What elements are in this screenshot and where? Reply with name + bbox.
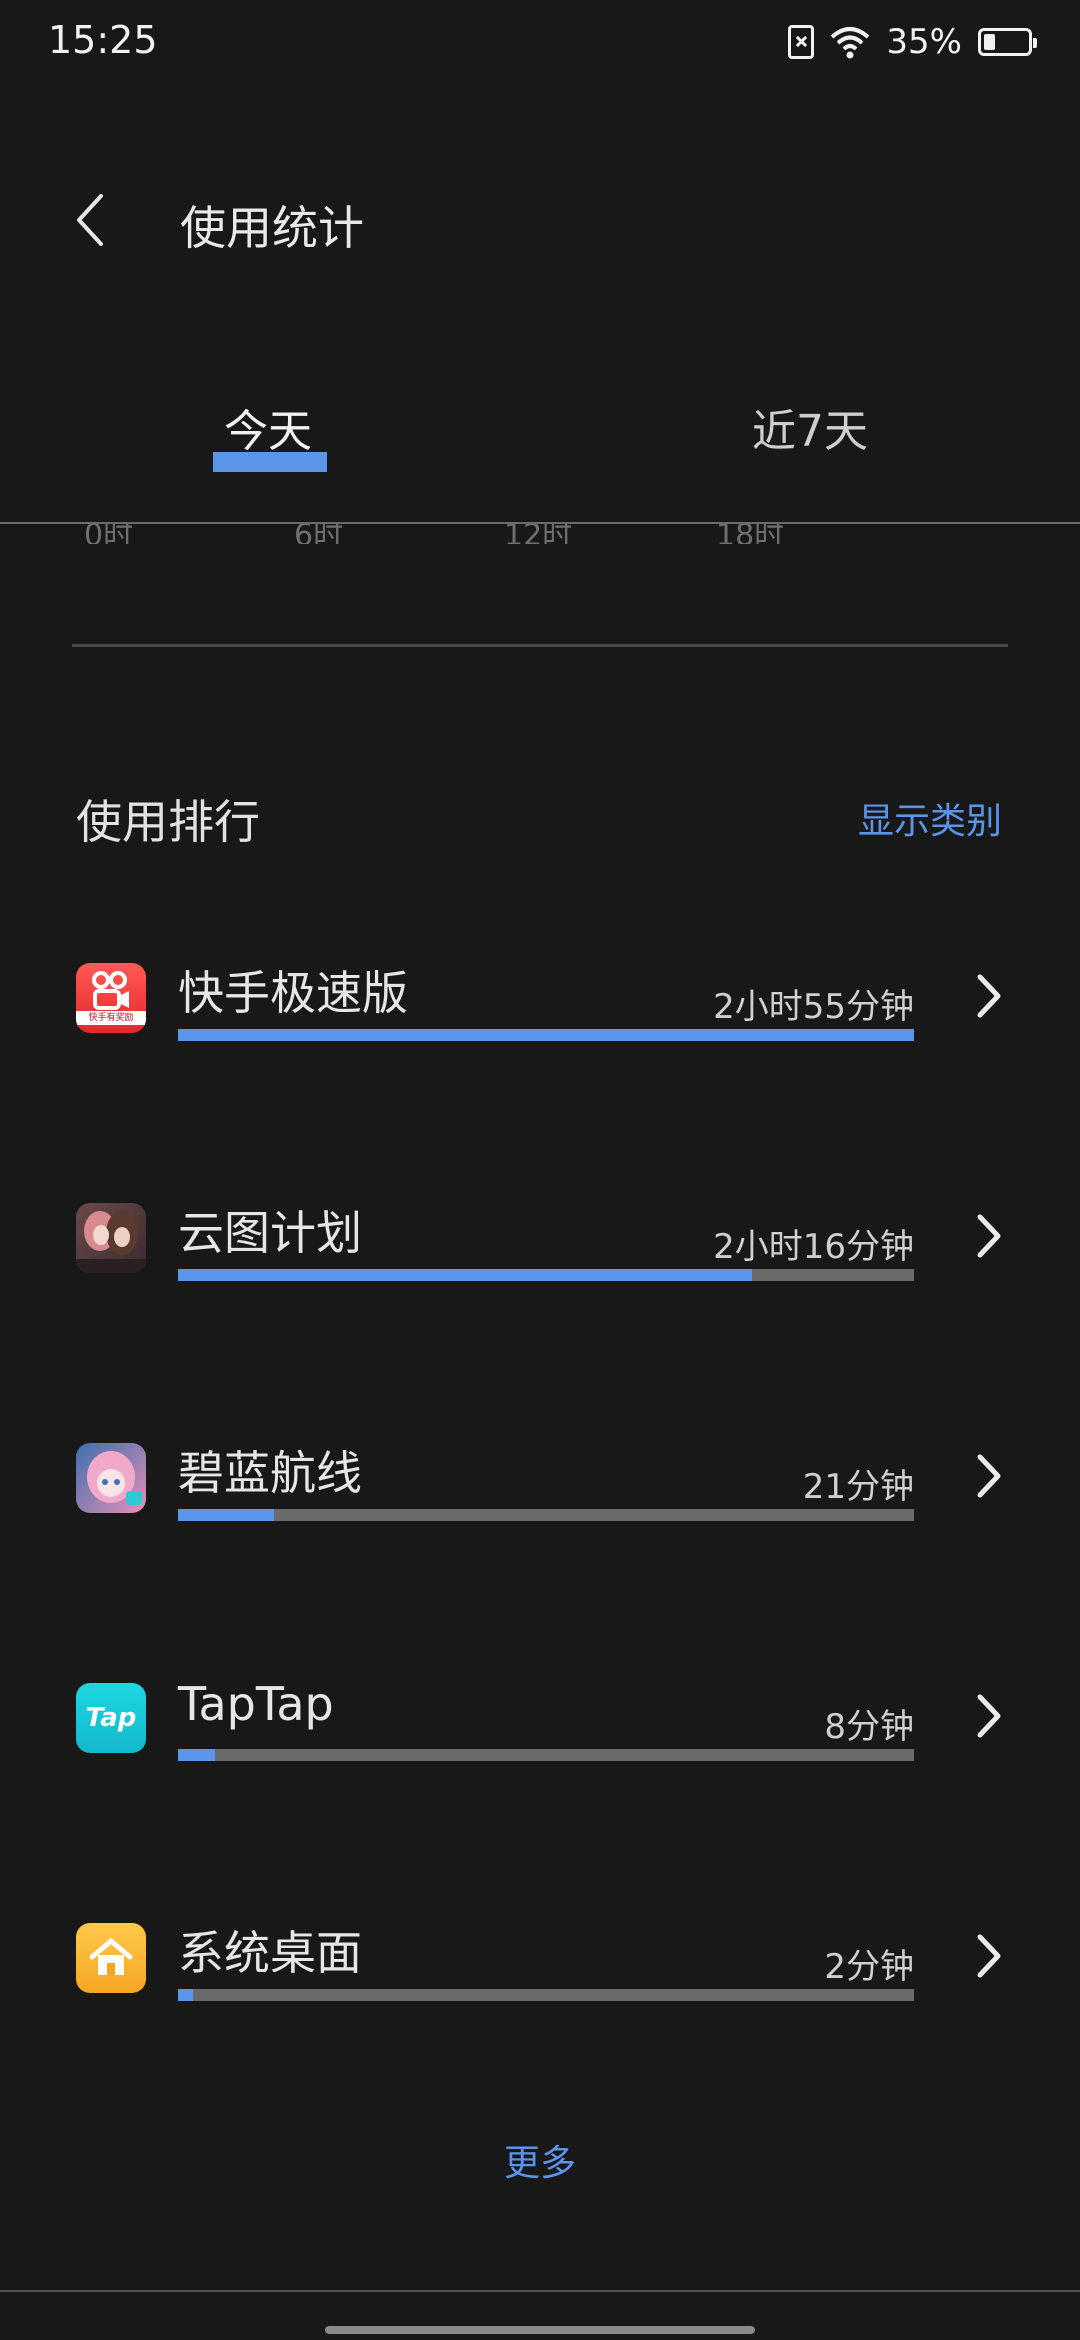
app-usage-time: 21分钟 bbox=[802, 1467, 914, 1507]
azur-lane-icon bbox=[76, 1443, 146, 1513]
usage-bar-fill bbox=[178, 1029, 914, 1041]
battery-percent: 35% bbox=[886, 22, 962, 62]
usage-bar-fill bbox=[178, 1749, 215, 1761]
kuaishou-icon: 快手有奖励 bbox=[76, 963, 146, 1033]
app-row[interactable]: 碧蓝航线 21分钟 bbox=[0, 1443, 1080, 1563]
app-name: TapTap bbox=[178, 1677, 334, 1731]
status-icons: 35% bbox=[788, 22, 1037, 62]
icon-caption: 快手有奖励 bbox=[76, 1011, 146, 1025]
no-sim-icon bbox=[788, 25, 815, 59]
usage-bar-fill bbox=[178, 1269, 753, 1281]
chevron-right-icon bbox=[977, 1694, 1001, 1738]
axis-label: 18时 bbox=[716, 524, 785, 544]
page-title: 使用统计 bbox=[180, 201, 364, 255]
app-usage-time: 2小时16分钟 bbox=[713, 1227, 914, 1267]
battery-fill bbox=[984, 34, 995, 50]
icon-text: Tap bbox=[85, 1703, 137, 1733]
gesture-nav-handle[interactable] bbox=[325, 2326, 755, 2334]
character-art-icon bbox=[76, 1211, 146, 1273]
app-usage-time: 2小时55分钟 bbox=[713, 987, 914, 1027]
section-divider bbox=[72, 644, 1008, 647]
usage-bar-track bbox=[178, 1749, 914, 1761]
taptap-icon: Tap bbox=[76, 1683, 146, 1753]
ranking-title: 使用排行 bbox=[76, 795, 260, 849]
chevron-right-icon bbox=[977, 1934, 1001, 1978]
chevron-right-icon bbox=[977, 1454, 1001, 1498]
cloud-plan-icon bbox=[76, 1203, 146, 1273]
axis-label: 0时 bbox=[84, 524, 134, 544]
usage-bar-track bbox=[178, 1029, 914, 1041]
app-name: 系统桌面 bbox=[178, 1926, 362, 1980]
chevron-right-icon bbox=[977, 1214, 1001, 1258]
axis-label: 12时 bbox=[504, 524, 573, 544]
axis-label: 6时 bbox=[294, 524, 344, 544]
battery-icon bbox=[978, 28, 1037, 56]
app-usage-time: 2分钟 bbox=[824, 1947, 914, 1987]
app-name: 碧蓝航线 bbox=[178, 1446, 362, 1500]
video-camera-icon bbox=[92, 971, 129, 1010]
bottom-divider bbox=[0, 2290, 1080, 2292]
chevron-right-icon bbox=[977, 974, 1001, 1018]
app-row[interactable]: Tap TapTap 8分钟 bbox=[0, 1677, 1080, 1803]
more-link[interactable]: 更多 bbox=[0, 2134, 1080, 2186]
show-category-link[interactable]: 显示类别 bbox=[858, 792, 1002, 844]
usage-bar-fill bbox=[178, 1989, 193, 2001]
app-name: 云图计划 bbox=[178, 1206, 362, 1260]
app-name: 快手极速版 bbox=[178, 966, 408, 1020]
usage-bar-track bbox=[178, 1269, 914, 1281]
back-button[interactable] bbox=[60, 180, 120, 260]
wifi-icon bbox=[831, 27, 870, 59]
chevron-left-icon bbox=[77, 194, 103, 246]
usage-bar-fill bbox=[178, 1509, 274, 1521]
tab-today[interactable]: 今天 bbox=[224, 395, 312, 459]
status-time: 15:25 bbox=[48, 18, 158, 62]
tab-7-days[interactable]: 近7天 bbox=[752, 395, 868, 459]
house-icon bbox=[89, 1938, 133, 1975]
usage-bar-track bbox=[178, 1989, 914, 2001]
app-row[interactable]: 快手有奖励 快手极速版 2小时55分钟 bbox=[0, 963, 1080, 1083]
chart-axis: 0时 6时 12时 18时 bbox=[0, 524, 1080, 544]
app-row[interactable]: 云图计划 2小时16分钟 bbox=[0, 1203, 1080, 1323]
tab-indicator bbox=[213, 452, 327, 472]
app-usage-time: 8分钟 bbox=[824, 1707, 914, 1747]
status-bar: 15:25 35% bbox=[0, 0, 1080, 90]
usage-bar-track bbox=[178, 1509, 914, 1521]
home-icon bbox=[76, 1923, 146, 1993]
character-art-icon bbox=[87, 1451, 142, 1505]
app-row[interactable]: 系统桌面 2分钟 bbox=[0, 1923, 1080, 2043]
